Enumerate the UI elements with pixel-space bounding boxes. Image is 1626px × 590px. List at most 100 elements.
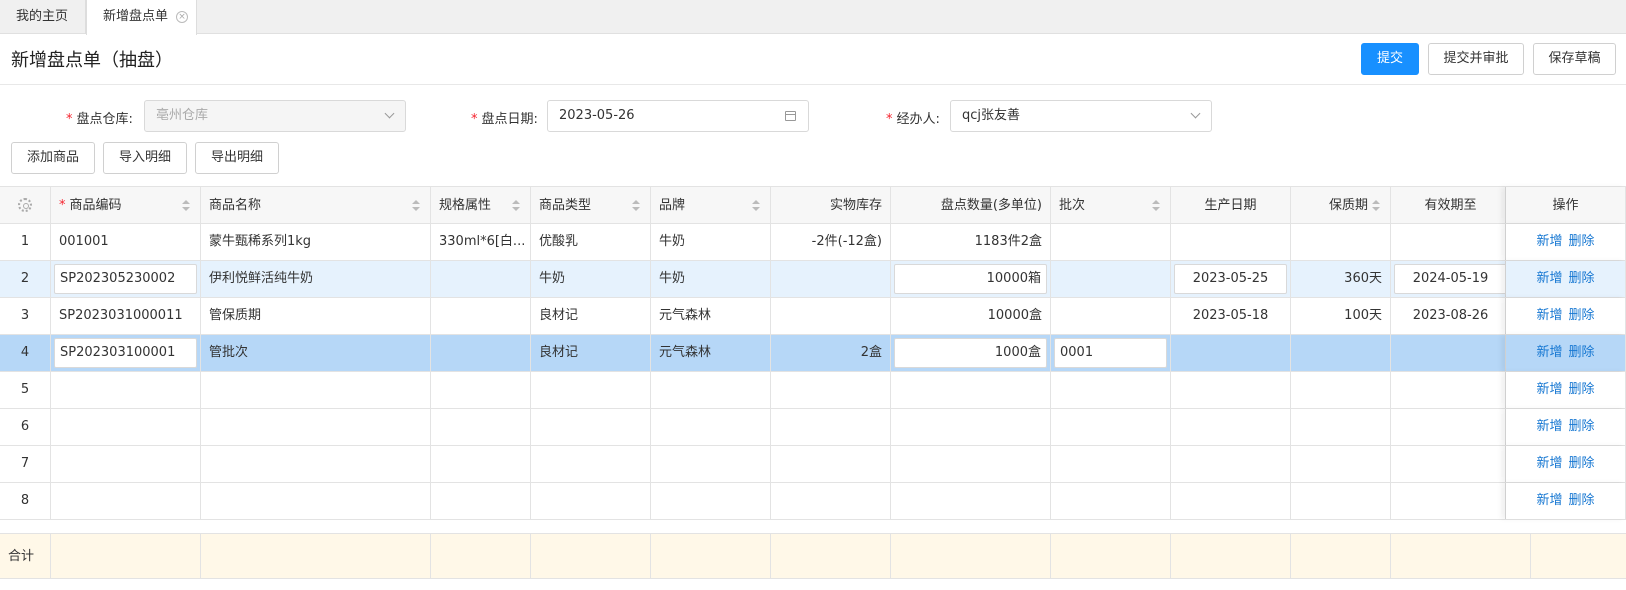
cell-expiry[interactable] [1391, 483, 1511, 519]
export-detail-button[interactable]: 导出明细 [195, 142, 279, 174]
cell-name[interactable]: 管保质期 [201, 298, 431, 334]
delete-row-link[interactable]: 删除 [1569, 419, 1595, 434]
cell-type[interactable] [531, 483, 651, 519]
table-row[interactable]: 6 新增 删除 [0, 409, 1626, 446]
cell-brand[interactable]: 元气森林 [651, 298, 771, 334]
cell-prod-date[interactable] [1171, 483, 1291, 519]
delete-row-link[interactable]: 删除 [1569, 456, 1595, 471]
cell-type[interactable]: 良材记 [531, 335, 651, 371]
header-stock[interactable]: 实物库存 [771, 187, 891, 223]
submit-approve-button[interactable]: 提交并审批 [1428, 43, 1524, 75]
cell-stock[interactable] [771, 261, 891, 297]
cell-count-qty[interactable]: 1183件2盒 [891, 224, 1051, 260]
cell-type[interactable]: 良材记 [531, 298, 651, 334]
cell-batch[interactable] [1051, 483, 1171, 519]
cell-stock[interactable] [771, 372, 891, 408]
cell-brand[interactable]: 牛奶 [651, 261, 771, 297]
cell-code[interactable] [51, 409, 201, 445]
save-draft-button[interactable]: 保存草稿 [1533, 43, 1616, 75]
cell-type[interactable] [531, 372, 651, 408]
cell-spec[interactable] [431, 409, 531, 445]
tab-home[interactable]: 我的主页 [0, 0, 86, 34]
cell-prod-date[interactable] [1171, 446, 1291, 482]
cell-brand[interactable] [651, 372, 771, 408]
cell-brand[interactable]: 牛奶 [651, 224, 771, 260]
cell-stock[interactable] [771, 446, 891, 482]
cell-input-count-qty[interactable]: 10000箱 [894, 264, 1047, 294]
cell-prod-date[interactable]: 2023-05-25 [1171, 261, 1291, 297]
sort-icon[interactable] [632, 200, 640, 212]
warehouse-select[interactable]: 亳州仓库 [144, 100, 406, 132]
cell-expiry[interactable]: 2024-05-19 [1391, 261, 1511, 297]
cell-code[interactable]: SP202303100001 [51, 335, 201, 371]
cell-shelf-life[interactable] [1291, 446, 1391, 482]
cell-code[interactable]: 001001 [51, 224, 201, 260]
table-row[interactable]: 5 新增 删除 [0, 372, 1626, 409]
add-goods-button[interactable]: 添加商品 [11, 142, 95, 174]
cell-stock[interactable] [771, 409, 891, 445]
cell-input-prod-date[interactable]: 2023-05-25 [1174, 264, 1287, 294]
cell-code[interactable] [51, 446, 201, 482]
table-row[interactable]: 3 SP2023031000011 管保质期 良材记 元气森林 10000盒 2023-05… [0, 298, 1626, 335]
cell-code[interactable]: SP2023031000011 [51, 298, 201, 334]
cell-batch[interactable] [1051, 372, 1171, 408]
delete-row-link[interactable]: 删除 [1569, 234, 1595, 249]
cell-prod-date[interactable] [1171, 372, 1291, 408]
cell-type[interactable]: 牛奶 [531, 261, 651, 297]
cell-type[interactable] [531, 409, 651, 445]
cell-count-qty[interactable] [891, 372, 1051, 408]
cell-code[interactable] [51, 372, 201, 408]
sort-icon[interactable] [182, 200, 190, 212]
delete-row-link[interactable]: 删除 [1569, 345, 1595, 360]
cell-prod-date[interactable] [1171, 224, 1291, 260]
header-prod-date[interactable]: 生产日期 [1171, 187, 1291, 223]
cell-type[interactable] [531, 446, 651, 482]
cell-expiry[interactable] [1391, 224, 1511, 260]
add-row-link[interactable]: 新增 [1536, 382, 1562, 397]
table-row[interactable]: 2 SP202305230002 伊利悦鲜活纯牛奶 牛奶 牛奶 10000箱 2023-05… [0, 261, 1626, 298]
cell-batch[interactable]: 0001 [1051, 335, 1171, 371]
cell-batch[interactable] [1051, 261, 1171, 297]
cell-prod-date[interactable]: 2023-05-18 [1171, 298, 1291, 334]
date-picker[interactable]: 2023-05-26 [547, 100, 809, 132]
table-row[interactable]: 7 新增 删除 [0, 446, 1626, 483]
cell-batch[interactable] [1051, 409, 1171, 445]
delete-row-link[interactable]: 删除 [1569, 271, 1595, 286]
add-row-link[interactable]: 新增 [1536, 271, 1562, 286]
cell-count-qty[interactable] [891, 446, 1051, 482]
header-count-qty[interactable]: 盘点数量(多单位) [891, 187, 1051, 223]
cell-brand[interactable]: 元气森林 [651, 335, 771, 371]
cell-shelf-life[interactable] [1291, 335, 1391, 371]
submit-button[interactable]: 提交 [1361, 43, 1419, 75]
handler-select[interactable]: qcj张友善 [950, 100, 1212, 132]
add-row-link[interactable]: 新增 [1536, 456, 1562, 471]
gear-icon[interactable] [18, 198, 32, 212]
cell-expiry[interactable] [1391, 335, 1511, 371]
cell-name[interactable]: 伊利悦鲜活纯牛奶 [201, 261, 431, 297]
header-type[interactable]: 商品类型 [531, 187, 651, 223]
header-shelf-life[interactable]: 保质期 [1291, 187, 1391, 223]
column-settings[interactable] [0, 187, 51, 223]
add-row-link[interactable]: 新增 [1536, 419, 1562, 434]
add-row-link[interactable]: 新增 [1536, 308, 1562, 323]
cell-input-count-qty[interactable]: 1000盒 [894, 338, 1047, 368]
header-code[interactable]: * 商品编码 [51, 187, 201, 223]
cell-shelf-life[interactable]: 100天 [1291, 298, 1391, 334]
delete-row-link[interactable]: 删除 [1569, 308, 1595, 323]
sort-icon[interactable] [512, 200, 520, 212]
cell-shelf-life[interactable] [1291, 483, 1391, 519]
cell-count-qty[interactable] [891, 483, 1051, 519]
cell-prod-date[interactable] [1171, 335, 1291, 371]
cell-expiry[interactable] [1391, 409, 1511, 445]
cell-name[interactable]: 蒙牛甄稀系列1kg [201, 224, 431, 260]
add-row-link[interactable]: 新增 [1536, 234, 1562, 249]
cell-brand[interactable] [651, 409, 771, 445]
cell-expiry[interactable] [1391, 446, 1511, 482]
sort-icon[interactable] [1372, 200, 1380, 212]
cell-spec[interactable]: 330ml*6[白... [431, 224, 531, 260]
cell-spec[interactable] [431, 335, 531, 371]
cell-name[interactable] [201, 372, 431, 408]
cell-brand[interactable] [651, 446, 771, 482]
cell-stock[interactable] [771, 483, 891, 519]
cell-stock[interactable]: 2盒 [771, 335, 891, 371]
